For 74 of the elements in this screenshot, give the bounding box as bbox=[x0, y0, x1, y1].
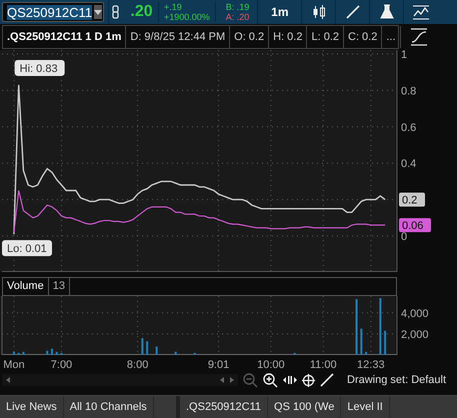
axis-label: 0.4 bbox=[401, 158, 416, 170]
time-label: Mon bbox=[3, 359, 25, 371]
bar-info: O: 0.2 bbox=[230, 26, 270, 48]
volume-bar bbox=[379, 298, 382, 355]
price-callout: Hi: 0.83 bbox=[14, 60, 65, 76]
time-label: 10:00 bbox=[257, 359, 285, 371]
volume-bar bbox=[356, 299, 358, 355]
time-label: 11:00 bbox=[310, 359, 337, 371]
price-tag: 0.06 bbox=[399, 218, 431, 232]
time-label: 8:00 bbox=[126, 359, 148, 371]
last-price: .20 bbox=[129, 3, 154, 21]
time-label: 9:01 bbox=[208, 359, 230, 371]
left-arrow-icon[interactable] bbox=[220, 377, 224, 383]
axis-label: 2,000 bbox=[401, 328, 429, 341]
candlestick-icon bbox=[312, 5, 326, 19]
curve-icon[interactable] bbox=[409, 28, 429, 46]
volume-bar bbox=[56, 352, 58, 355]
volume-bar bbox=[46, 350, 48, 355]
volume-bar bbox=[294, 352, 296, 355]
price-callout: Lo: 0.01 bbox=[2, 240, 52, 256]
zoom-out-icon[interactable] bbox=[243, 372, 258, 388]
volume-bar bbox=[174, 352, 177, 355]
gadget-tab[interactable]: QS 100 (We bbox=[268, 396, 342, 418]
axis-label: 0 bbox=[401, 231, 408, 243]
left-arrow-icon[interactable] bbox=[6, 377, 10, 383]
news-tab[interactable]: Live News bbox=[0, 396, 64, 418]
right-arrow-icon[interactable] bbox=[230, 377, 234, 383]
price-tag: 0.2 bbox=[399, 192, 425, 207]
volume-bar bbox=[360, 328, 362, 355]
bar-info: ... bbox=[382, 26, 401, 48]
net-change: +.19 bbox=[164, 2, 183, 12]
line-icon bbox=[344, 4, 361, 20]
news-tab[interactable]: All 10 Channels bbox=[64, 396, 154, 418]
symbol-field[interactable]: QS250912C11 bbox=[2, 2, 104, 22]
annotation: Hi: 0.83 bbox=[20, 62, 58, 75]
volume-bar bbox=[146, 341, 148, 355]
ask-price: A: .20 bbox=[226, 12, 250, 22]
bar-info: H: 0.2 bbox=[269, 26, 308, 48]
axis-label: 0.8 bbox=[401, 85, 416, 98]
chain-link-icon bbox=[112, 5, 119, 19]
chart-line-icon bbox=[412, 4, 430, 20]
volume-bar bbox=[365, 352, 368, 355]
volume-bar bbox=[156, 346, 158, 355]
percent-change: +1900.00% bbox=[164, 12, 210, 22]
crosshair-icon[interactable] bbox=[302, 374, 315, 386]
scroll-bar[interactable] bbox=[2, 374, 238, 386]
study-label: Volume bbox=[3, 278, 49, 295]
volume-bar bbox=[22, 352, 24, 355]
caret-icon bbox=[94, 10, 102, 14]
bar-info: D: 9/8/25 12:44 PM bbox=[126, 26, 230, 48]
pan-icon[interactable] bbox=[283, 375, 297, 385]
zoom-in-icon[interactable] bbox=[263, 372, 278, 388]
line-icon[interactable] bbox=[320, 373, 334, 387]
chart-title: .QS250912C11 1 D 1m bbox=[3, 26, 126, 48]
drawing-set-label[interactable]: Drawing set: Default bbox=[347, 374, 446, 386]
volume-bar bbox=[194, 352, 196, 355]
dropdown-button[interactable] bbox=[94, 5, 102, 19]
axis-label: 0.6 bbox=[401, 122, 416, 134]
volume-bar bbox=[50, 348, 53, 355]
axis-label: 1 bbox=[401, 50, 408, 61]
bar-info: L: 0.2 bbox=[307, 26, 344, 48]
volume-bar bbox=[141, 338, 144, 355]
flask-icon bbox=[380, 4, 394, 20]
volume-bar bbox=[12, 352, 15, 355]
time-label: 12:33 bbox=[357, 359, 385, 371]
time-label: 7:00 bbox=[50, 359, 72, 371]
gadget-tab[interactable]: .QS250912C11 bbox=[180, 396, 268, 418]
gadget-tab[interactable]: Level II bbox=[341, 396, 390, 418]
volume-bar bbox=[384, 330, 386, 355]
bid-price: B: .19 bbox=[226, 2, 250, 12]
volume-value: 13 bbox=[48, 278, 70, 295]
volume-bar bbox=[18, 352, 20, 355]
axis-label: 4,000 bbox=[401, 308, 429, 320]
bar-info: C: 0.2 bbox=[344, 26, 382, 48]
